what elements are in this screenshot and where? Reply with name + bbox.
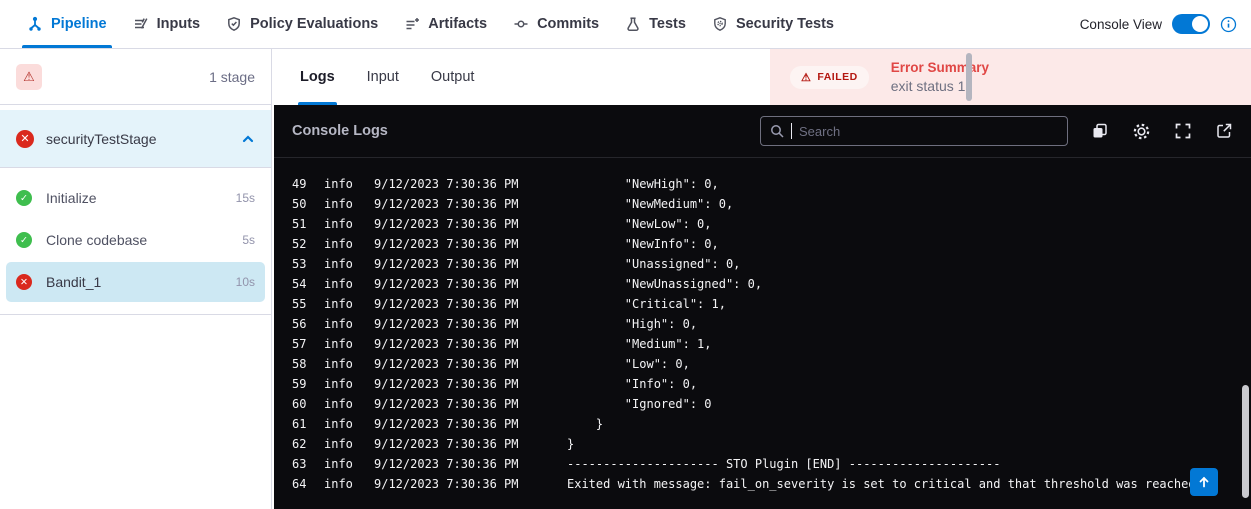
stage-failed-warning-icon: ⚠	[16, 64, 42, 90]
pipeline-icon	[27, 16, 43, 32]
tab-output[interactable]: Output	[415, 49, 491, 105]
nav-item-label: Pipeline	[51, 16, 107, 32]
tab-policy-evaluations[interactable]: Policy Evaluations	[213, 0, 391, 48]
console-logs-panel: Console Logs	[274, 105, 1251, 509]
success-status-icon: ✓	[16, 232, 32, 248]
log-line: 54info9/12/2023 7:30:36 PM "NewUnassigne…	[292, 274, 1251, 294]
failed-status-icon: ✕	[16, 274, 32, 290]
console-scrollbar-thumb[interactable]	[1242, 385, 1249, 498]
console-toolbar	[1091, 122, 1233, 141]
log-line: 63info9/12/2023 7:30:36 PM--------------…	[292, 454, 1251, 474]
console-view-toggle[interactable]	[1172, 14, 1210, 34]
pipeline-execution-page: Pipeline Inputs Policy Evaluations Artif…	[0, 0, 1251, 509]
log-line: 58info9/12/2023 7:30:36 PM "Low": 0,	[292, 354, 1251, 374]
info-icon[interactable]	[1220, 16, 1237, 33]
security-tests-icon	[712, 16, 728, 32]
step-duration: 15s	[236, 191, 255, 205]
policy-evaluations-icon	[226, 16, 242, 32]
external-link-icon[interactable]	[1215, 122, 1233, 140]
log-line: 49info9/12/2023 7:30:36 PM "NewHigh": 0,	[292, 174, 1251, 194]
tab-pipeline[interactable]: Pipeline	[14, 0, 120, 48]
log-line: 64info9/12/2023 7:30:36 PMExited with me…	[292, 474, 1251, 494]
log-search-box[interactable]	[760, 116, 1068, 146]
tab-artifacts[interactable]: Artifacts	[391, 0, 500, 48]
step-name: Initialize	[46, 190, 222, 206]
step-detail-tabs: Logs Input Output ⚠ FAILED Error Summary…	[272, 49, 1251, 105]
top-nav: Pipeline Inputs Policy Evaluations Artif…	[0, 0, 1251, 49]
nav-item-label: Security Tests	[736, 16, 834, 32]
tab-security-tests[interactable]: Security Tests	[699, 0, 847, 48]
copy-icon[interactable]	[1091, 122, 1109, 140]
tab-commits[interactable]: Commits	[500, 0, 612, 48]
scroll-to-top-button[interactable]	[1190, 468, 1218, 496]
inputs-icon	[133, 16, 149, 32]
console-logs-title: Console Logs	[292, 123, 388, 139]
execution-sidebar: ⚠ 1 stage ✕ securityTestStage ✓ Initiali…	[0, 49, 272, 509]
tests-icon	[625, 16, 641, 32]
log-line: 56info9/12/2023 7:30:36 PM "High": 0,	[292, 314, 1251, 334]
nav-item-label: Policy Evaluations	[250, 16, 378, 32]
tab-input[interactable]: Input	[351, 49, 415, 105]
nav-item-label: Commits	[537, 16, 599, 32]
tab-label: Input	[367, 69, 399, 85]
step-list: ✓ Initialize 15s ✓ Clone codebase 5s ✕ B…	[0, 168, 271, 315]
stage-summary-row: ⚠ 1 stage	[0, 49, 271, 105]
failed-badge-label: FAILED	[817, 71, 857, 83]
stage-name: securityTestStage	[46, 131, 229, 147]
log-line: 55info9/12/2023 7:30:36 PM "Critical": 1…	[292, 294, 1251, 314]
error-summary-panel: ⚠ FAILED Error Summary exit status 1	[770, 49, 1251, 105]
nav-item-label: Inputs	[157, 16, 201, 32]
log-lines: 49info9/12/2023 7:30:36 PM "NewHigh": 0,…	[274, 158, 1251, 494]
success-status-icon: ✓	[16, 190, 32, 206]
tab-label: Logs	[300, 69, 335, 85]
nav-right-controls: Console View	[1080, 14, 1237, 34]
tab-inputs[interactable]: Inputs	[120, 0, 214, 48]
log-line: 53info9/12/2023 7:30:36 PM "Unassigned":…	[292, 254, 1251, 274]
step-details-panel: Logs Input Output ⚠ FAILED Error Summary…	[272, 49, 1251, 509]
log-line: 62info9/12/2023 7:30:36 PM}	[292, 434, 1251, 454]
failed-badge: ⚠ FAILED	[790, 66, 869, 89]
text-cursor	[791, 123, 792, 139]
settings-icon[interactable]	[1132, 122, 1151, 141]
stage-count: 1 stage	[209, 69, 255, 85]
step-name: Clone codebase	[46, 232, 228, 248]
log-line: 59info9/12/2023 7:30:36 PM "Info": 0,	[292, 374, 1251, 394]
fullscreen-icon[interactable]	[1174, 122, 1192, 140]
log-line: 60info9/12/2023 7:30:36 PM "Ignored": 0	[292, 394, 1251, 414]
tab-tests[interactable]: Tests	[612, 0, 699, 48]
log-line: 61info9/12/2023 7:30:36 PM }	[292, 414, 1251, 434]
stage-header-securityTestStage[interactable]: ✕ securityTestStage	[0, 110, 271, 168]
console-view-label: Console View	[1080, 17, 1162, 32]
step-duration: 5s	[242, 233, 255, 247]
log-line: 52info9/12/2023 7:30:36 PM "NewInfo": 0,	[292, 234, 1251, 254]
chevron-up-icon[interactable]	[241, 132, 255, 146]
step-initialize[interactable]: ✓ Initialize 15s	[6, 178, 265, 218]
nav-item-label: Artifacts	[428, 16, 487, 32]
log-line: 57info9/12/2023 7:30:36 PM "Medium": 1,	[292, 334, 1251, 354]
error-summary-title: Error Summary	[891, 60, 989, 75]
step-bandit-1[interactable]: ✕ Bandit_1 10s	[6, 262, 265, 302]
warning-triangle-icon: ⚠	[801, 71, 811, 84]
step-clone-codebase[interactable]: ✓ Clone codebase 5s	[6, 220, 265, 260]
error-summary-texts: Error Summary exit status 1	[891, 60, 989, 94]
tab-logs[interactable]: Logs	[284, 49, 351, 105]
search-input[interactable]	[799, 124, 1058, 139]
tab-label: Output	[431, 69, 475, 85]
step-name: Bandit_1	[46, 274, 222, 290]
step-duration: 10s	[236, 275, 255, 289]
console-logs-header: Console Logs	[274, 105, 1251, 158]
commits-icon	[513, 16, 529, 32]
error-panel-scrollbar[interactable]	[966, 53, 972, 101]
log-line: 51info9/12/2023 7:30:36 PM "NewLow": 0,	[292, 214, 1251, 234]
nav-tabs: Pipeline Inputs Policy Evaluations Artif…	[14, 0, 847, 48]
toggle-knob	[1192, 16, 1208, 32]
error-summary-message: exit status 1	[891, 78, 989, 94]
nav-item-label: Tests	[649, 16, 686, 32]
failed-status-icon: ✕	[16, 130, 34, 148]
search-icon	[770, 124, 784, 138]
artifacts-icon	[404, 16, 420, 32]
log-line: 50info9/12/2023 7:30:36 PM "NewMedium": …	[292, 194, 1251, 214]
